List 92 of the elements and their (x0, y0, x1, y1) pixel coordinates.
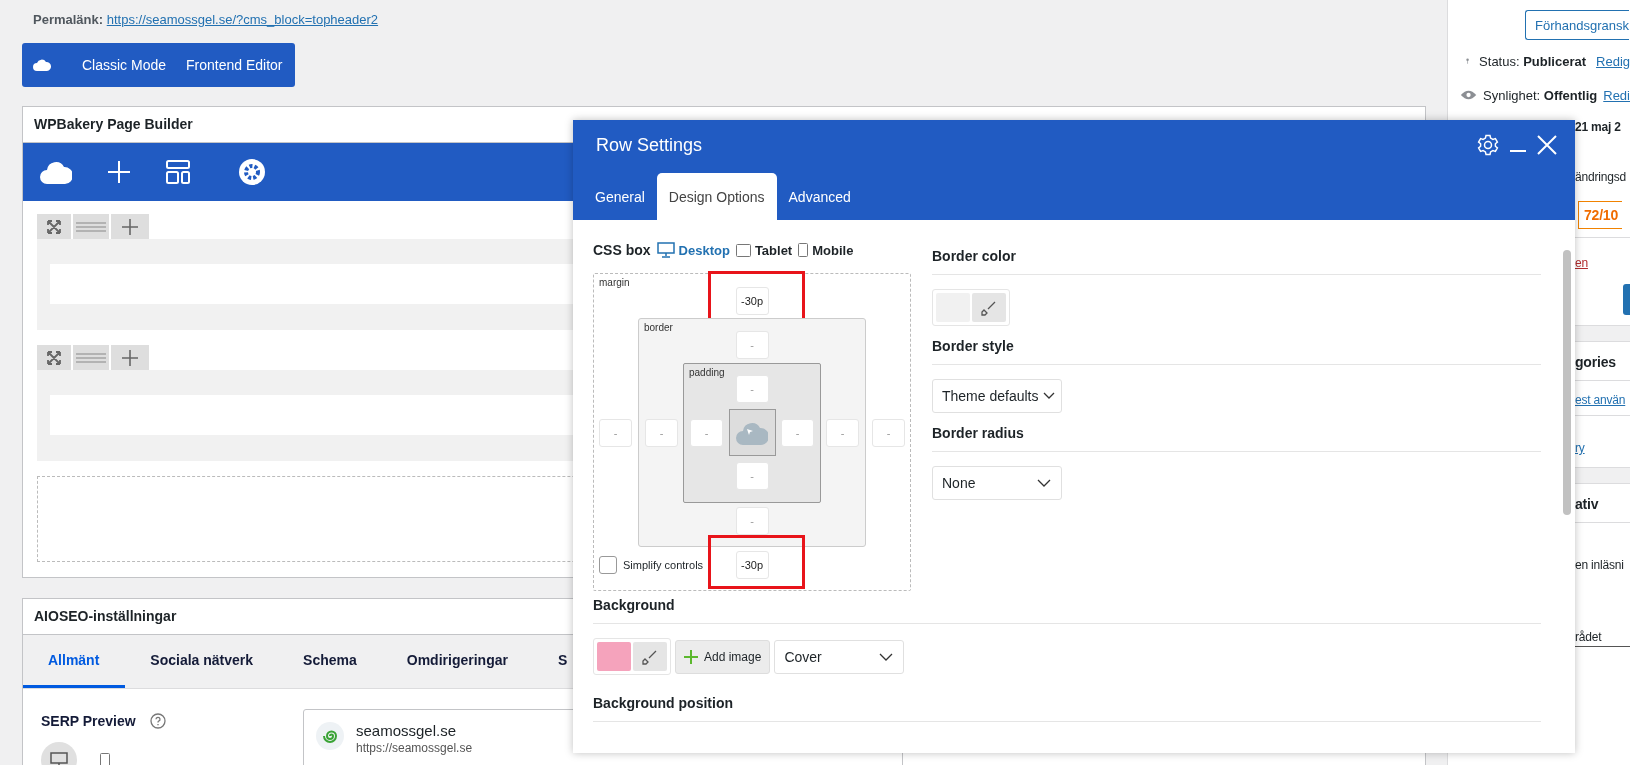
section-heading: Background position (593, 689, 1541, 722)
checkbox-label: Simplify controls (623, 559, 704, 571)
seo-tab[interactable]: Allmänt (23, 635, 126, 688)
row-expand-control[interactable] (37, 345, 71, 370)
border-style-select[interactable]: Theme defaults (932, 379, 1062, 413)
drag-lines-icon (76, 221, 106, 232)
brush-icon (972, 293, 1006, 322)
box-label: padding (689, 367, 725, 378)
editor-mode-button[interactable]: Frontend Editor (166, 43, 283, 87)
border-bottom-field[interactable]: - (735, 507, 769, 535)
row-expand-control[interactable] (37, 214, 71, 239)
color-picker[interactable] (593, 638, 671, 675)
padding-bottom-field[interactable]: - (735, 462, 769, 490)
padding-right-field[interactable]: - (781, 418, 814, 447)
expand-icon (47, 350, 61, 365)
row-drag-handle[interactable] (73, 345, 109, 370)
site-name: seamossgel.se (356, 722, 458, 739)
seo-tab[interactable]: S (532, 635, 593, 688)
help-icon[interactable] (149, 713, 166, 729)
plus-icon (684, 649, 698, 664)
site-url: https://seamossgel.se (356, 741, 473, 755)
chevron-down-icon (879, 652, 894, 661)
editor-mode-button[interactable]: Classic Mode (62, 43, 167, 87)
margin-left-field[interactable]: - (599, 418, 632, 447)
close-icon[interactable] (1537, 135, 1557, 155)
device-tab[interactable]: Tablet (735, 242, 793, 258)
dialog-tab[interactable]: Design Options (656, 173, 777, 220)
seo-tab[interactable]: Sociala nätverk (125, 635, 279, 688)
add-icon[interactable] (107, 160, 131, 184)
add-icon (122, 349, 138, 366)
section-heading: Background (593, 591, 1541, 624)
status-text: Status: Publicerat (1479, 53, 1587, 69)
margin-bottom-field[interactable]: -30p (735, 551, 769, 579)
section-heading: Border color (932, 242, 1541, 275)
drag-lines-icon (76, 352, 106, 363)
add-icon (122, 218, 138, 235)
edit-link[interactable]: Redi (1603, 87, 1630, 103)
checkbox[interactable] (599, 556, 617, 574)
serp-preview-label: SERP Preview (41, 713, 136, 729)
row-add-control[interactable] (111, 345, 149, 370)
device-tab[interactable]: Desktop (656, 242, 730, 258)
box-label: margin (599, 277, 630, 288)
mobile-icon (798, 243, 809, 257)
desktop-icon (656, 242, 675, 258)
row-drag-handle[interactable] (73, 214, 109, 239)
score-badge: 72/10 (1578, 201, 1623, 229)
margin-top-field[interactable]: -30p (735, 287, 769, 315)
box-label: border (644, 322, 673, 333)
background-size-select[interactable]: Cover (774, 639, 905, 674)
margin-right-field[interactable]: - (872, 418, 905, 447)
section-heading: Border radius (932, 419, 1541, 452)
spiral-logo-icon (316, 722, 344, 750)
padding-left-field[interactable]: - (690, 418, 723, 447)
publish-date: 21 maj 2 (1574, 120, 1622, 136)
add-category-link[interactable]: ry (1575, 441, 1585, 455)
revision-text: ändringsd (1574, 170, 1627, 186)
color-picker[interactable] (932, 289, 1010, 326)
layout-icon[interactable] (166, 160, 190, 184)
desktop-icon (50, 752, 68, 765)
border-right-field[interactable]: - (826, 419, 859, 447)
visibility-text: Synlighet: Offentlig (1483, 87, 1598, 103)
gear-badge-icon[interactable] (238, 158, 266, 186)
border-top-field[interactable]: - (735, 331, 769, 359)
permalink-text: Permalänk: https://seamossgel.se/?cms_block=topheader2 (32, 12, 380, 29)
brush-icon (633, 642, 667, 671)
preview-button[interactable]: Förhandsgransk (1525, 10, 1629, 40)
add-image-button[interactable]: Add image (675, 639, 771, 674)
cloud-icon (33, 58, 51, 72)
section-heading: Border style (932, 332, 1541, 365)
row-add-control[interactable] (111, 214, 149, 239)
seo-tab[interactable]: Schema (278, 635, 382, 688)
settings-icon[interactable] (1477, 134, 1499, 156)
mobile-icon (100, 753, 110, 765)
permalink-link[interactable]: https://seamossgel.se/?cms_block=topheader2 (106, 12, 379, 27)
eye-icon (1460, 89, 1478, 101)
dialog-tab[interactable]: General (583, 173, 657, 220)
css-box-label: CSS box (593, 242, 651, 258)
tablet-icon (735, 243, 751, 257)
border-radius-select[interactable]: None (932, 466, 1062, 500)
cloud-icon[interactable] (40, 159, 72, 185)
note-text: en inläsni (1574, 558, 1625, 572)
seo-tab[interactable]: Omdirigeringar (381, 635, 533, 688)
expand-icon (47, 219, 61, 234)
scrollbar[interactable] (1563, 250, 1571, 515)
edit-link[interactable]: Redig (1596, 53, 1630, 69)
device-tab[interactable]: Mobile (798, 242, 854, 258)
padding-top-field[interactable]: - (735, 375, 769, 403)
dialog-tab[interactable]: Advanced (776, 173, 863, 220)
border-left-field[interactable]: - (645, 419, 678, 447)
categories-tab-link[interactable]: est använ (1575, 393, 1626, 407)
chevron-down-icon (1037, 479, 1051, 487)
chevron-down-icon (1043, 392, 1055, 400)
